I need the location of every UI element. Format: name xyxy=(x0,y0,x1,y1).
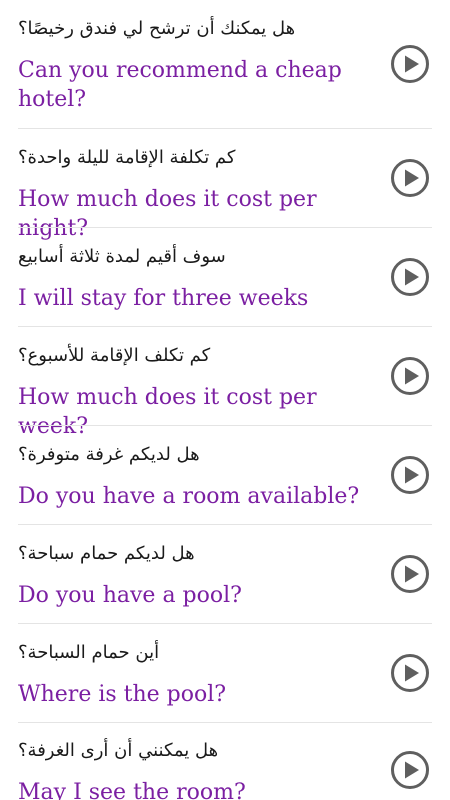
arabic-phrase: سوف أقيم لمدة ثلاثة أسابيع xyxy=(18,246,226,267)
arabic-phrase: هل لديكم حمام سباحة؟ xyxy=(18,543,195,564)
english-phrase: Do you have a room available? xyxy=(18,484,360,509)
phrase-row[interactable]: هل يمكنني أن أرى الغرفة؟ May I see the r… xyxy=(0,723,450,800)
play-circle-icon[interactable] xyxy=(390,750,430,790)
english-phrase: May I see the room? xyxy=(18,780,246,800)
english-phrase: Do you have a pool? xyxy=(18,583,242,608)
phrase-list: هل يمكنك أن ترشح لي فندق رخيصًا؟ Can you… xyxy=(0,0,450,800)
play-circle-icon[interactable] xyxy=(390,554,430,594)
play-circle-icon[interactable] xyxy=(390,455,430,495)
play-circle-icon[interactable] xyxy=(390,158,430,198)
play-circle-icon[interactable] xyxy=(390,257,430,297)
play-circle-icon[interactable] xyxy=(390,356,430,396)
arabic-phrase: كم تكلفة الإقامة لليلة واحدة؟ xyxy=(18,147,236,168)
phrase-row[interactable]: كم تكلف الإقامة للأسبوع؟ How much does i… xyxy=(0,327,450,439)
arabic-phrase: كم تكلف الإقامة للأسبوع؟ xyxy=(18,345,211,366)
phrase-row[interactable]: هل لديكم حمام سباحة؟ Do you have a pool? xyxy=(0,525,450,623)
arabic-phrase: هل يمكنني أن أرى الغرفة؟ xyxy=(18,740,219,761)
english-phrase: I will stay for three weeks xyxy=(18,286,309,311)
english-phrase: Where is the pool? xyxy=(18,682,227,707)
play-circle-icon[interactable] xyxy=(390,44,430,84)
arabic-phrase: هل يمكنك أن ترشح لي فندق رخيصًا؟ xyxy=(18,18,296,39)
arabic-phrase: هل لديكم غرفة متوفرة؟ xyxy=(18,444,200,465)
phrase-row[interactable]: هل لديكم غرفة متوفرة؟ Do you have a room… xyxy=(0,426,450,524)
arabic-phrase: أين حمام السباحة؟ xyxy=(18,642,160,663)
play-circle-icon[interactable] xyxy=(390,653,430,693)
phrase-row[interactable]: كم تكلفة الإقامة لليلة واحدة؟ How much d… xyxy=(0,129,450,241)
english-phrase: Can you recommend a cheap hotel? xyxy=(18,58,342,112)
phrase-row[interactable]: أين حمام السباحة؟ Where is the pool? xyxy=(0,624,450,722)
phrase-row[interactable]: هل يمكنك أن ترشح لي فندق رخيصًا؟ Can you… xyxy=(0,0,450,128)
phrase-row[interactable]: سوف أقيم لمدة ثلاثة أسابيع I will stay f… xyxy=(0,228,450,326)
